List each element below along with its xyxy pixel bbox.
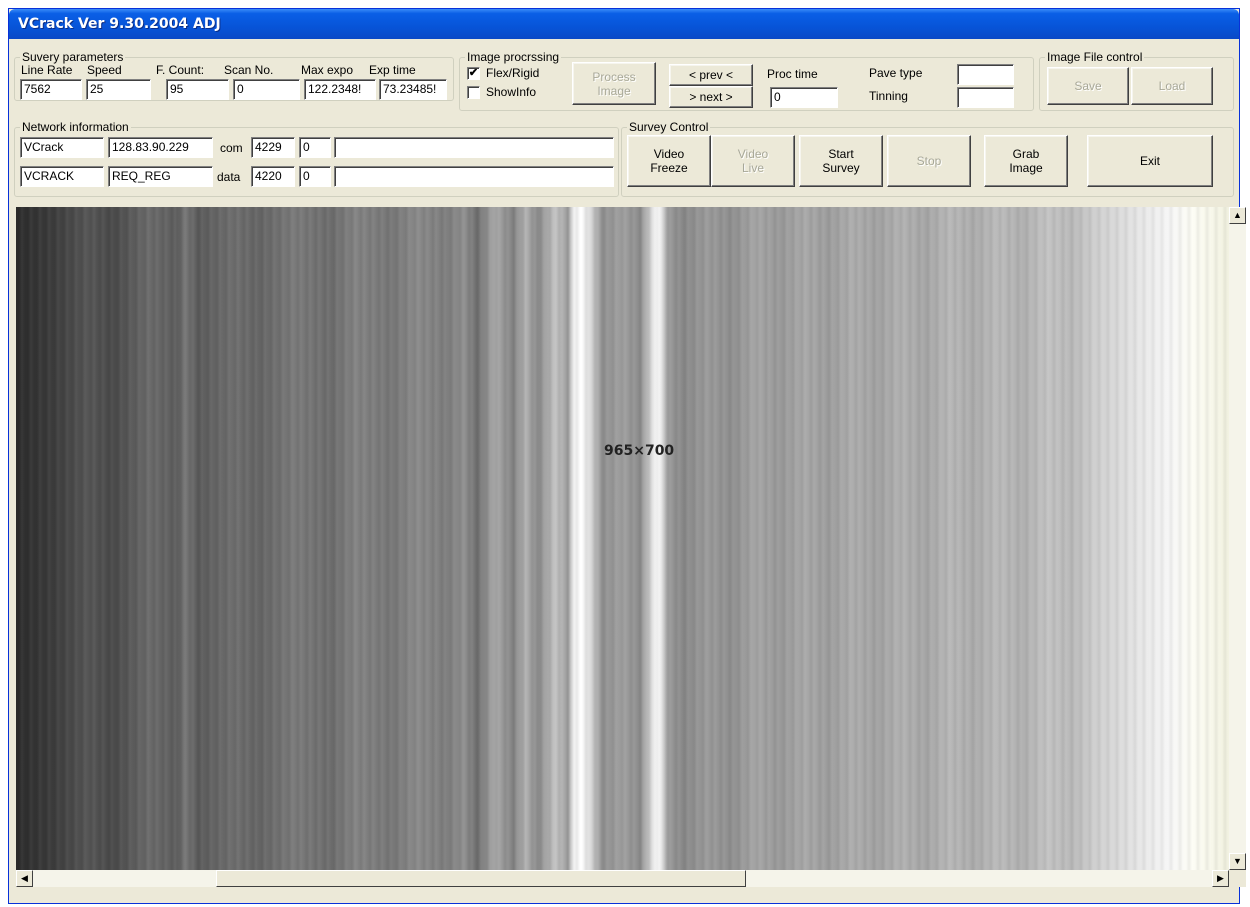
proc-time-field[interactable]: 0 (770, 87, 838, 108)
app-window: VCrack Ver 9.30.2004 ADJ Suvery paramete… (8, 8, 1246, 904)
network-name-field-2[interactable]: VCRACK (20, 166, 104, 187)
frame-count-field[interactable]: 95 (166, 79, 229, 100)
tinning-label: Tinning (869, 89, 908, 103)
scrollbar-corner (1229, 870, 1246, 887)
grab-image-button[interactable]: Grab Image (984, 135, 1068, 187)
network-message-field-2[interactable] (334, 166, 614, 187)
tinning-field[interactable] (957, 87, 1014, 108)
network-address-field-2[interactable]: REQ_REG (108, 166, 213, 187)
line-rate-label: Line Rate (21, 63, 73, 77)
load-button[interactable]: Load (1131, 67, 1213, 105)
network-channel-label-2: data (217, 170, 241, 184)
network-channel-label-1: com (220, 141, 243, 155)
max-exposure-field[interactable]: 122.2348! (304, 79, 376, 100)
survey-parameters-legend: Suvery parameters (22, 50, 124, 64)
title-bar[interactable]: VCrack Ver 9.30.2004 ADJ (9, 9, 1239, 39)
save-button[interactable]: Save (1047, 67, 1129, 105)
show-info-checkbox[interactable] (467, 86, 480, 99)
window-title: VCrack Ver 9.30.2004 ADJ (18, 16, 221, 32)
video-freeze-button[interactable]: Video Freeze (627, 135, 711, 187)
pave-type-field[interactable] (957, 64, 1014, 85)
image-dimensions-label: 965×700 (604, 443, 675, 459)
network-port-field-2[interactable]: 4220 (251, 166, 295, 187)
show-info-label: ShowInfo (486, 85, 537, 99)
network-address-field-1[interactable]: 128.83.90.229 (108, 137, 213, 158)
pavement-scan-image (16, 207, 1229, 870)
video-live-button[interactable]: Video Live (711, 135, 795, 187)
line-rate-field[interactable]: 7562 (20, 79, 82, 100)
network-information-legend: Network information (22, 120, 129, 134)
image-processing-legend: Image procrssing (467, 50, 560, 64)
proc-time-label: Proc time (767, 67, 818, 81)
checkmark-icon: ✔ (468, 67, 479, 79)
flex-rigid-checkbox[interactable]: ✔ (467, 67, 480, 80)
network-name-field-1[interactable]: VCrack (20, 137, 104, 158)
image-file-control-legend: Image File control (1047, 50, 1143, 64)
stop-button[interactable]: Stop (887, 135, 971, 187)
scroll-up-arrow-icon[interactable]: ▲ (1229, 207, 1246, 224)
start-survey-button[interactable]: Start Survey (799, 135, 883, 187)
flex-rigid-label: Flex/Rigid (486, 66, 540, 80)
network-port-field-1[interactable]: 4229 (251, 137, 295, 158)
network-count-field-2[interactable]: 0 (299, 166, 331, 187)
horizontal-scroll-thumb[interactable] (216, 870, 746, 887)
prev-button[interactable]: < prev < (669, 64, 753, 86)
scan-number-label: Scan No. (224, 63, 274, 77)
next-button[interactable]: > next > (669, 86, 753, 108)
pave-type-label: Pave type (869, 66, 923, 80)
speed-label: Speed (87, 63, 122, 77)
image-viewer[interactable]: 965×700 (16, 207, 1229, 870)
scroll-left-arrow-icon[interactable]: ◀ (16, 870, 33, 887)
frame-count-label: F. Count: (156, 63, 205, 77)
exit-button[interactable]: Exit (1087, 135, 1213, 187)
process-image-button[interactable]: Process Image (572, 62, 656, 105)
network-message-field-1[interactable] (334, 137, 614, 158)
exposure-time-label: Exp time (369, 63, 416, 77)
exposure-time-field[interactable]: 73.23485! (379, 79, 447, 100)
scroll-right-arrow-icon[interactable]: ▶ (1212, 870, 1229, 887)
speed-field[interactable]: 25 (86, 79, 151, 100)
network-count-field-1[interactable]: 0 (299, 137, 331, 158)
survey-control-legend: Survey Control (629, 120, 709, 134)
vertical-scrollbar[interactable]: ▲ ▼ (1229, 207, 1246, 870)
scroll-down-arrow-icon[interactable]: ▼ (1229, 853, 1246, 870)
scan-number-field[interactable]: 0 (233, 79, 300, 100)
max-exposure-label: Max expo (301, 63, 354, 77)
horizontal-scrollbar[interactable]: ◀ ▶ (16, 870, 1229, 887)
